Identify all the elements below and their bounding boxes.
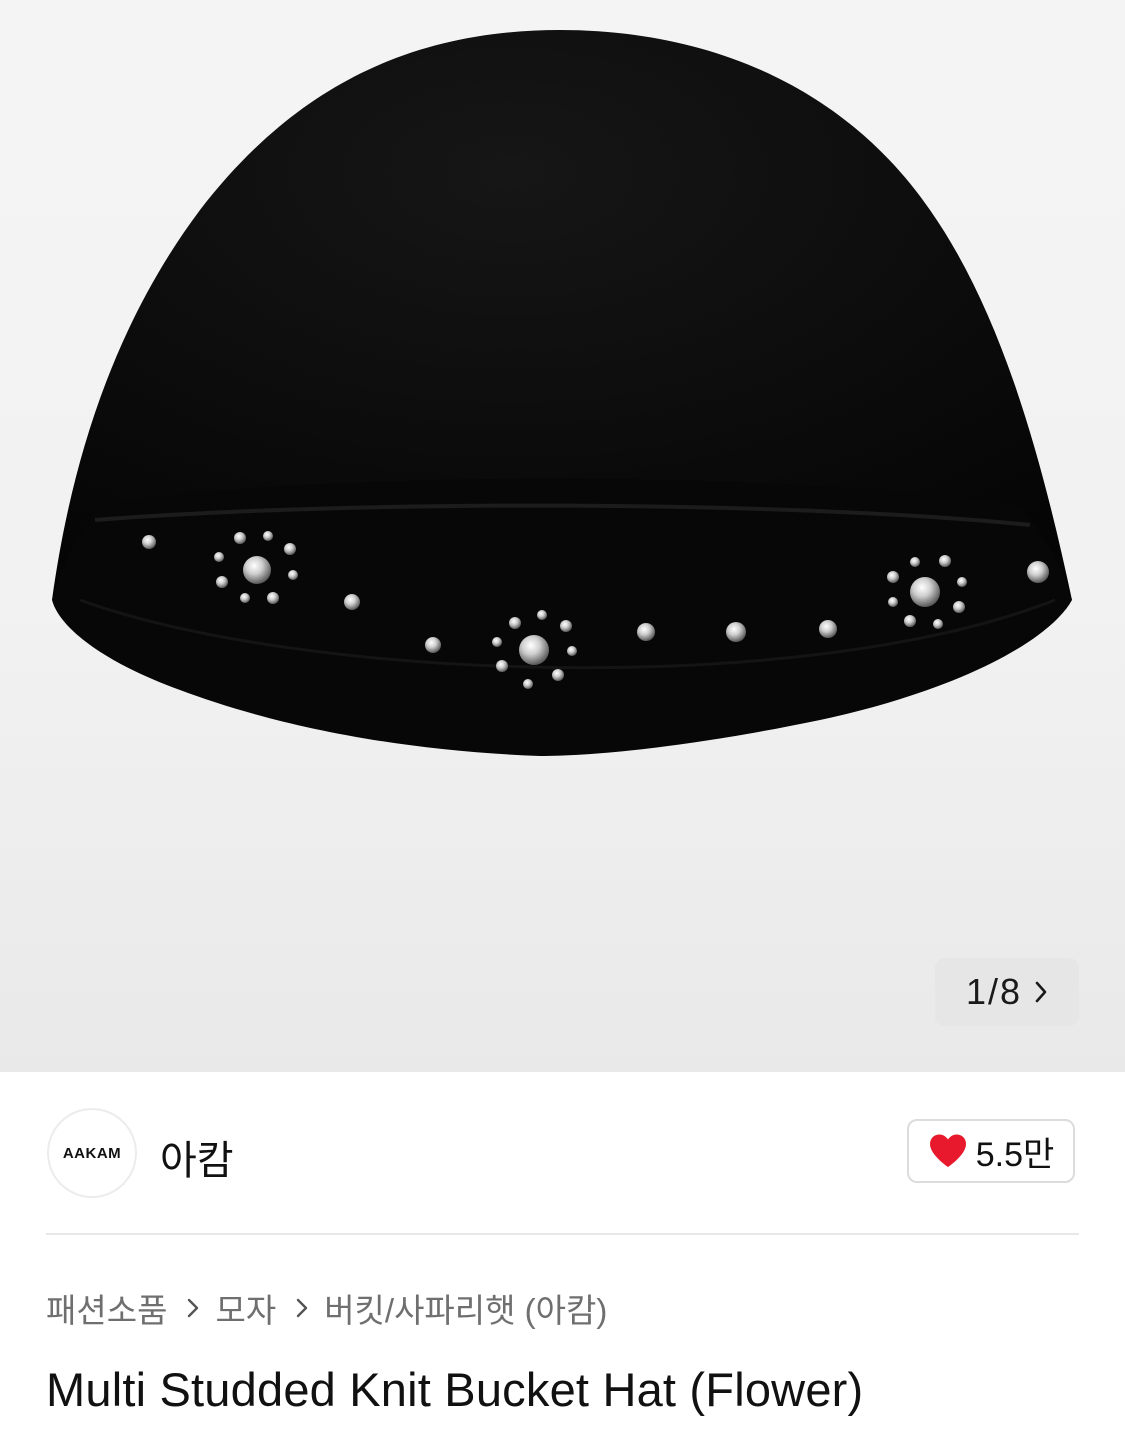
brand-row: AAKAM 아캄 5.5만 <box>0 1072 1125 1234</box>
brand-logo[interactable]: AAKAM <box>47 1108 137 1198</box>
brand-name[interactable]: 아캄 <box>160 1128 234 1186</box>
like-button[interactable]: 5.5만 <box>907 1119 1075 1183</box>
breadcrumb-item-bucket-safari-hat[interactable]: 버킷/사파리햇 (아캄) <box>324 1284 607 1332</box>
chevron-right-icon <box>296 1298 308 1318</box>
breadcrumb: 패션소품 모자 버킷/사파리햇 (아캄) <box>46 1284 607 1332</box>
chevron-right-icon <box>188 1298 199 1318</box>
product-image[interactable] <box>0 0 1125 1072</box>
image-counter-current: 1 <box>965 971 986 1012</box>
breadcrumb-item-hats[interactable]: 모자 <box>215 1284 276 1332</box>
image-counter-separator: / <box>987 971 998 1012</box>
divider <box>46 1233 1079 1235</box>
brand-logo-text: AAKAM <box>62 1144 122 1162</box>
like-count: 5.5만 <box>975 1135 1055 1174</box>
product-title: Multi Studded Knit Bucket Hat (Flower) <box>46 1363 864 1416</box>
image-counter-total: 8 <box>1000 971 1021 1012</box>
chevron-right-icon[interactable] <box>1034 980 1048 1004</box>
heart-icon <box>929 1134 966 1167</box>
image-counter[interactable]: 1/8 <box>935 958 1079 1026</box>
breadcrumb-item-fashion-accessories[interactable]: 패션소품 <box>46 1284 167 1332</box>
product-image-gallery[interactable]: 1/8 <box>0 0 1125 1072</box>
hat-brim <box>52 478 1072 756</box>
